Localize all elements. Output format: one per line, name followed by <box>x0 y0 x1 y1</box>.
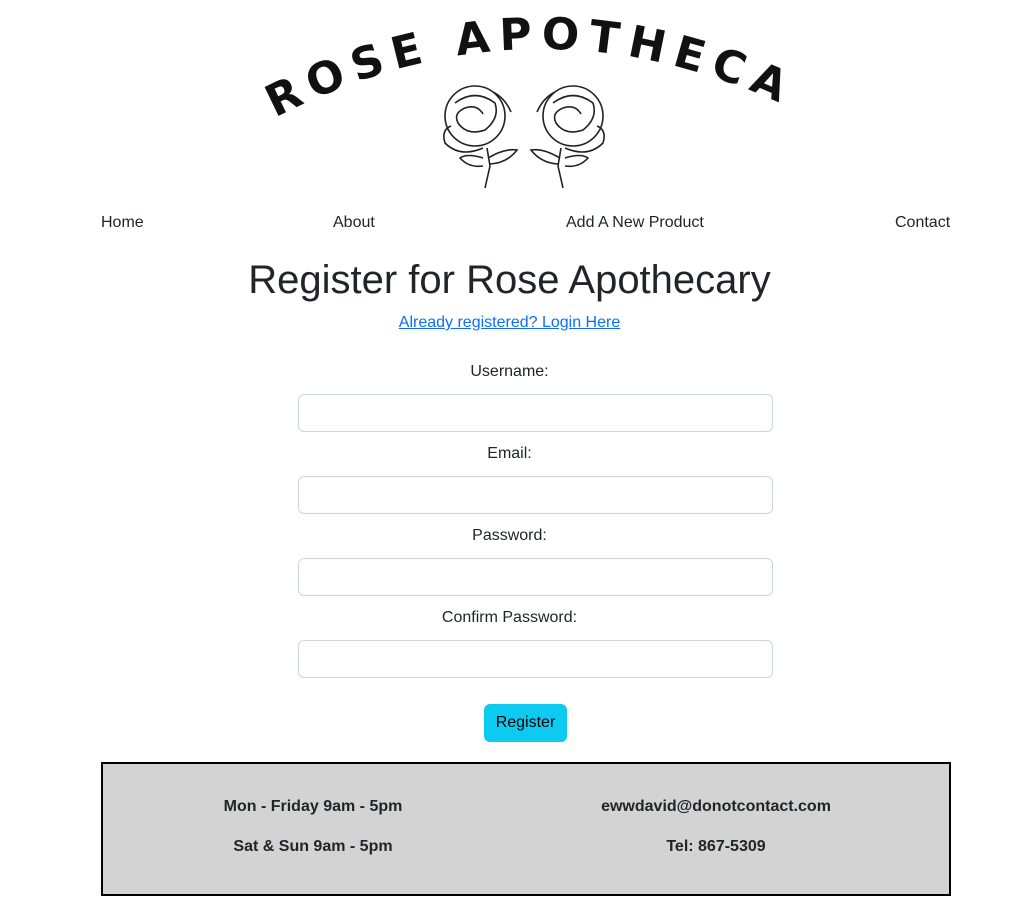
username-label: Username: <box>470 363 549 380</box>
nav-link-home[interactable]: Home <box>101 214 144 232</box>
contact-phone: Tel: 867-5309 <box>666 838 766 855</box>
email-input[interactable] <box>298 476 773 514</box>
weekend-hours: Sat & Sun 9am - 5pm <box>233 838 393 855</box>
login-link-row: Already registered? Login Here <box>0 314 1019 332</box>
nav-link-add-product[interactable]: Add A New Product <box>566 214 704 232</box>
nav-link-about[interactable]: About <box>333 214 375 232</box>
username-input[interactable] <box>298 394 773 432</box>
email-label: Email: <box>487 445 532 462</box>
rose-apothecary-logo: ROSE APOTHECARY <box>255 8 795 196</box>
nav-link-contact[interactable]: Contact <box>895 214 950 232</box>
weekday-hours: Mon - Friday 9am - 5pm <box>223 798 403 815</box>
page-title: Register for Rose Apothecary <box>248 258 771 302</box>
logo-text: ROSE APOTHECARY <box>255 8 795 128</box>
password-input[interactable] <box>298 558 773 596</box>
register-button[interactable]: Register <box>484 704 567 742</box>
roses-icon <box>443 85 605 189</box>
password-label: Password: <box>472 527 547 544</box>
login-link[interactable]: Already registered? Login Here <box>399 314 620 331</box>
contact-email: ewwdavid@donotcontact.com <box>601 798 831 815</box>
footer: Mon - Friday 9am - 5pm Sat & Sun 9am - 5… <box>101 762 951 896</box>
confirm-password-input[interactable] <box>298 640 773 678</box>
confirm-password-label: Confirm Password: <box>441 609 578 626</box>
logo-image: ROSE APOTHECARY <box>255 8 795 189</box>
main-nav: Home About Add A New Product Contact <box>0 214 1019 236</box>
